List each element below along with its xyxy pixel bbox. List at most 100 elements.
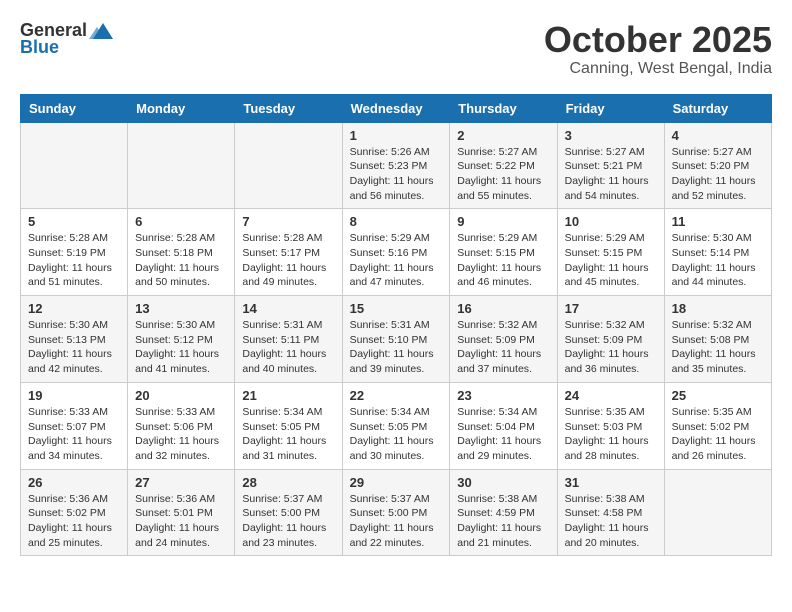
day-number: 10	[565, 214, 657, 229]
day-info: Sunrise: 5:29 AMSunset: 5:15 PMDaylight:…	[457, 231, 549, 290]
day-info: Sunrise: 5:32 AMSunset: 5:09 PMDaylight:…	[565, 318, 657, 377]
calendar-cell: 30 Sunrise: 5:38 AMSunset: 4:59 PMDayligh…	[450, 469, 557, 556]
day-number: 1	[350, 128, 443, 143]
day-number: 29	[350, 475, 443, 490]
day-number: 14	[242, 301, 334, 316]
calendar-cell: 19 Sunrise: 5:33 AMSunset: 5:07 PMDayligh…	[21, 382, 128, 469]
day-info: Sunrise: 5:33 AMSunset: 5:06 PMDaylight:…	[135, 405, 227, 464]
day-number: 25	[672, 388, 764, 403]
day-number: 8	[350, 214, 443, 229]
day-number: 23	[457, 388, 549, 403]
calendar-cell: 12 Sunrise: 5:30 AMSunset: 5:13 PMDayligh…	[21, 296, 128, 383]
calendar-cell: 20 Sunrise: 5:33 AMSunset: 5:06 PMDayligh…	[128, 382, 235, 469]
calendar-cell: 15Sunrise: 5:31 AMSunset: 5:10 PMDayligh…	[342, 296, 450, 383]
day-number: 2	[457, 128, 549, 143]
day-number: 28	[242, 475, 334, 490]
calendar-cell: 10Sunrise: 5:29 AMSunset: 5:15 PMDayligh…	[557, 209, 664, 296]
day-number: 4	[672, 128, 764, 143]
day-info: Sunrise: 5:35 AMSunset: 5:02 PMDaylight:…	[672, 405, 764, 464]
calendar-week-row: 5 Sunrise: 5:28 AMSunset: 5:19 PMDaylight…	[21, 209, 772, 296]
calendar-header-wednesday: Wednesday	[342, 94, 450, 122]
location: Canning, West Bengal, India	[544, 60, 772, 78]
day-number: 3	[565, 128, 657, 143]
day-number: 18	[672, 301, 764, 316]
day-number: 27	[135, 475, 227, 490]
calendar-cell: 8Sunrise: 5:29 AMSunset: 5:16 PMDaylight…	[342, 209, 450, 296]
day-info: Sunrise: 5:35 AMSunset: 5:03 PMDaylight:…	[565, 405, 657, 464]
day-number: 5	[28, 214, 120, 229]
calendar-week-row: 19 Sunrise: 5:33 AMSunset: 5:07 PMDayligh…	[21, 382, 772, 469]
title-section: October 2025 Canning, West Bengal, India	[544, 20, 772, 78]
calendar-table: SundayMondayTuesdayWednesdayThursdayFrid…	[20, 94, 772, 557]
day-number: 11	[672, 214, 764, 229]
day-number: 13	[135, 301, 227, 316]
calendar-cell	[235, 122, 342, 209]
calendar-cell: 29Sunrise: 5:37 AMSunset: 5:00 PMDayligh…	[342, 469, 450, 556]
calendar-week-row: 12 Sunrise: 5:30 AMSunset: 5:13 PMDayligh…	[21, 296, 772, 383]
day-number: 9	[457, 214, 549, 229]
logo: General Blue	[20, 20, 113, 58]
day-number: 7	[242, 214, 334, 229]
calendar-cell: 7Sunrise: 5:28 AMSunset: 5:17 PMDaylight…	[235, 209, 342, 296]
calendar-cell: 26 Sunrise: 5:36 AMSunset: 5:02 PMDayligh…	[21, 469, 128, 556]
calendar-cell: 2 Sunrise: 5:27 AMSunset: 5:22 PMDaylight…	[450, 122, 557, 209]
month-title: October 2025	[544, 20, 772, 60]
day-info: Sunrise: 5:32 AMSunset: 5:09 PMDaylight:…	[457, 318, 549, 377]
calendar-cell: 1Sunrise: 5:26 AMSunset: 5:23 PMDaylight…	[342, 122, 450, 209]
calendar-cell: 21 Sunrise: 5:34 AMSunset: 5:05 PMDayligh…	[235, 382, 342, 469]
calendar-cell: 25 Sunrise: 5:35 AMSunset: 5:02 PMDayligh…	[664, 382, 771, 469]
calendar-cell: 24Sunrise: 5:35 AMSunset: 5:03 PMDayligh…	[557, 382, 664, 469]
page-header: General Blue October 2025 Canning, West …	[20, 20, 772, 78]
calendar-header-thursday: Thursday	[450, 94, 557, 122]
day-info: Sunrise: 5:33 AMSunset: 5:07 PMDaylight:…	[28, 405, 120, 464]
logo-icon	[89, 21, 113, 41]
day-info: Sunrise: 5:38 AMSunset: 4:59 PMDaylight:…	[457, 492, 549, 551]
calendar-header-monday: Monday	[128, 94, 235, 122]
day-info: Sunrise: 5:36 AMSunset: 5:02 PMDaylight:…	[28, 492, 120, 551]
day-number: 6	[135, 214, 227, 229]
calendar-cell: 11Sunrise: 5:30 AMSunset: 5:14 PMDayligh…	[664, 209, 771, 296]
day-info: Sunrise: 5:28 AMSunset: 5:19 PMDaylight:…	[28, 231, 120, 290]
day-info: Sunrise: 5:30 AMSunset: 5:12 PMDaylight:…	[135, 318, 227, 377]
day-number: 20	[135, 388, 227, 403]
calendar-header-saturday: Saturday	[664, 94, 771, 122]
calendar-week-row: 1Sunrise: 5:26 AMSunset: 5:23 PMDaylight…	[21, 122, 772, 209]
day-info: Sunrise: 5:31 AMSunset: 5:11 PMDaylight:…	[242, 318, 334, 377]
calendar-cell: 3 Sunrise: 5:27 AMSunset: 5:21 PMDaylight…	[557, 122, 664, 209]
day-info: Sunrise: 5:37 AMSunset: 5:00 PMDaylight:…	[242, 492, 334, 551]
calendar-cell: 14 Sunrise: 5:31 AMSunset: 5:11 PMDayligh…	[235, 296, 342, 383]
calendar-cell	[664, 469, 771, 556]
day-info: Sunrise: 5:34 AMSunset: 5:04 PMDaylight:…	[457, 405, 549, 464]
calendar-cell: 13 Sunrise: 5:30 AMSunset: 5:12 PMDayligh…	[128, 296, 235, 383]
calendar-cell: 4 Sunrise: 5:27 AMSunset: 5:20 PMDaylight…	[664, 122, 771, 209]
day-info: Sunrise: 5:27 AMSunset: 5:22 PMDaylight:…	[457, 145, 549, 204]
day-info: Sunrise: 5:28 AMSunset: 5:18 PMDaylight:…	[135, 231, 227, 290]
calendar-header-sunday: Sunday	[21, 94, 128, 122]
calendar-week-row: 26 Sunrise: 5:36 AMSunset: 5:02 PMDayligh…	[21, 469, 772, 556]
day-number: 16	[457, 301, 549, 316]
calendar-cell: 28 Sunrise: 5:37 AMSunset: 5:00 PMDayligh…	[235, 469, 342, 556]
calendar-cell: 22Sunrise: 5:34 AMSunset: 5:05 PMDayligh…	[342, 382, 450, 469]
day-number: 21	[242, 388, 334, 403]
day-info: Sunrise: 5:34 AMSunset: 5:05 PMDaylight:…	[242, 405, 334, 464]
calendar-cell: 9 Sunrise: 5:29 AMSunset: 5:15 PMDaylight…	[450, 209, 557, 296]
day-number: 30	[457, 475, 549, 490]
calendar-cell: 23 Sunrise: 5:34 AMSunset: 5:04 PMDayligh…	[450, 382, 557, 469]
day-info: Sunrise: 5:36 AMSunset: 5:01 PMDaylight:…	[135, 492, 227, 551]
day-number: 17	[565, 301, 657, 316]
day-info: Sunrise: 5:27 AMSunset: 5:20 PMDaylight:…	[672, 145, 764, 204]
day-number: 26	[28, 475, 120, 490]
calendar-cell	[128, 122, 235, 209]
day-number: 15	[350, 301, 443, 316]
calendar-cell: 17 Sunrise: 5:32 AMSunset: 5:09 PMDayligh…	[557, 296, 664, 383]
day-info: Sunrise: 5:32 AMSunset: 5:08 PMDaylight:…	[672, 318, 764, 377]
day-number: 19	[28, 388, 120, 403]
day-info: Sunrise: 5:27 AMSunset: 5:21 PMDaylight:…	[565, 145, 657, 204]
day-info: Sunrise: 5:38 AMSunset: 4:58 PMDaylight:…	[565, 492, 657, 551]
calendar-header-row: SundayMondayTuesdayWednesdayThursdayFrid…	[21, 94, 772, 122]
calendar-header-tuesday: Tuesday	[235, 94, 342, 122]
calendar-cell: 27 Sunrise: 5:36 AMSunset: 5:01 PMDayligh…	[128, 469, 235, 556]
day-info: Sunrise: 5:30 AMSunset: 5:13 PMDaylight:…	[28, 318, 120, 377]
day-number: 22	[350, 388, 443, 403]
day-number: 12	[28, 301, 120, 316]
